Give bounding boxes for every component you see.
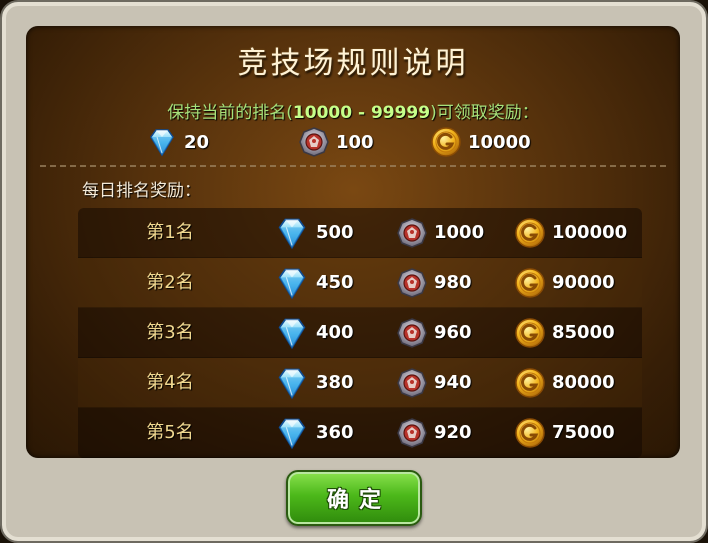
rank-label: 第2名 [146, 272, 194, 293]
diamond-gem-icon [274, 415, 310, 451]
keep-medal-value: 100 [336, 131, 374, 153]
gold-coin-icon [514, 217, 546, 249]
keep-range: 10000 - 99999 [292, 103, 431, 123]
medal-value: 920 [434, 422, 472, 443]
medal-badge-icon [396, 367, 428, 399]
gem-value: 500 [316, 222, 354, 243]
gold-cell: 85000 [514, 308, 615, 357]
gem-value: 360 [316, 422, 354, 443]
table-row: 第2名 450 980 90000 [78, 258, 642, 308]
medal-badge-icon [396, 217, 428, 249]
gold-value: 90000 [552, 272, 615, 293]
keep-gold-value: 10000 [468, 131, 531, 153]
daily-rewards-label: 每日排名奖励： [82, 181, 201, 201]
gold-cell: 100000 [514, 208, 627, 257]
dashed-divider [40, 165, 666, 167]
rank-rewards-table[interactable]: 第1名 500 1000 100000 第2名 450 980 90000 第3… [78, 208, 642, 458]
rank-label: 第5名 [146, 422, 194, 443]
medal-cell: 960 [396, 308, 472, 357]
gold-coin-icon [514, 317, 546, 349]
diamond-gem-icon [274, 265, 310, 301]
keep-reward-gem: 20 [146, 126, 209, 158]
gold-coin-icon [514, 367, 546, 399]
keep-gem-value: 20 [184, 131, 210, 153]
keep-reward-medal: 100 [298, 126, 374, 158]
medal-badge-icon [396, 267, 428, 299]
medal-badge-icon [396, 417, 428, 449]
keep-reward-gold: 10000 [430, 126, 531, 158]
medal-cell: 920 [396, 408, 472, 457]
table-row: 第4名 380 940 80000 [78, 358, 642, 408]
keep-suffix: )可领取奖励： [430, 103, 539, 123]
table-row: 第5名 360 920 75000 [78, 408, 642, 458]
gold-value: 85000 [552, 322, 615, 343]
gold-cell: 80000 [514, 358, 615, 407]
diamond-gem-icon [274, 315, 310, 351]
keep-rewards: 20 100 10000 [26, 126, 680, 158]
medal-cell: 940 [396, 358, 472, 407]
diamond-gem-icon [274, 365, 310, 401]
rank-label: 第1名 [146, 222, 194, 243]
medal-badge-icon [298, 126, 330, 158]
gem-value: 400 [316, 322, 354, 343]
dialog-title: 竞技场规则说明 [237, 46, 469, 81]
medal-badge-icon [396, 317, 428, 349]
diamond-gem-icon [274, 215, 310, 251]
diamond-gem-icon [146, 126, 178, 158]
table-row: 第1名 500 1000 100000 [78, 208, 642, 258]
gold-value: 80000 [552, 372, 615, 393]
rules-panel: 竞技场规则说明 保持当前的排名(10000 - 99999)可领取奖励： 20 … [26, 26, 680, 458]
gold-value: 75000 [552, 422, 615, 443]
keep-rank-text: 保持当前的排名(10000 - 99999)可领取奖励： [26, 98, 680, 123]
table-row: 第3名 400 960 85000 [78, 308, 642, 358]
gold-cell: 75000 [514, 408, 615, 457]
medal-cell: 1000 [396, 208, 484, 257]
gold-value: 100000 [552, 222, 628, 243]
rank-label: 第4名 [146, 372, 194, 393]
keep-prefix: 保持当前的排名( [167, 103, 293, 123]
medal-value: 980 [434, 272, 472, 293]
medal-cell: 980 [396, 258, 472, 307]
medal-value: 940 [434, 372, 472, 393]
gold-coin-icon [430, 126, 462, 158]
gem-value: 450 [316, 272, 354, 293]
gem-cell: 500 [274, 208, 354, 257]
gem-cell: 380 [274, 358, 354, 407]
gold-cell: 90000 [514, 258, 615, 307]
gem-cell: 400 [274, 308, 354, 357]
rank-label: 第3名 [146, 322, 194, 343]
gem-cell: 450 [274, 258, 354, 307]
gem-value: 380 [316, 372, 354, 393]
confirm-button[interactable]: 确定 [286, 470, 422, 526]
gold-coin-icon [514, 417, 546, 449]
medal-value: 1000 [434, 222, 485, 243]
medal-value: 960 [434, 322, 472, 343]
gem-cell: 360 [274, 408, 354, 457]
gold-coin-icon [514, 267, 546, 299]
